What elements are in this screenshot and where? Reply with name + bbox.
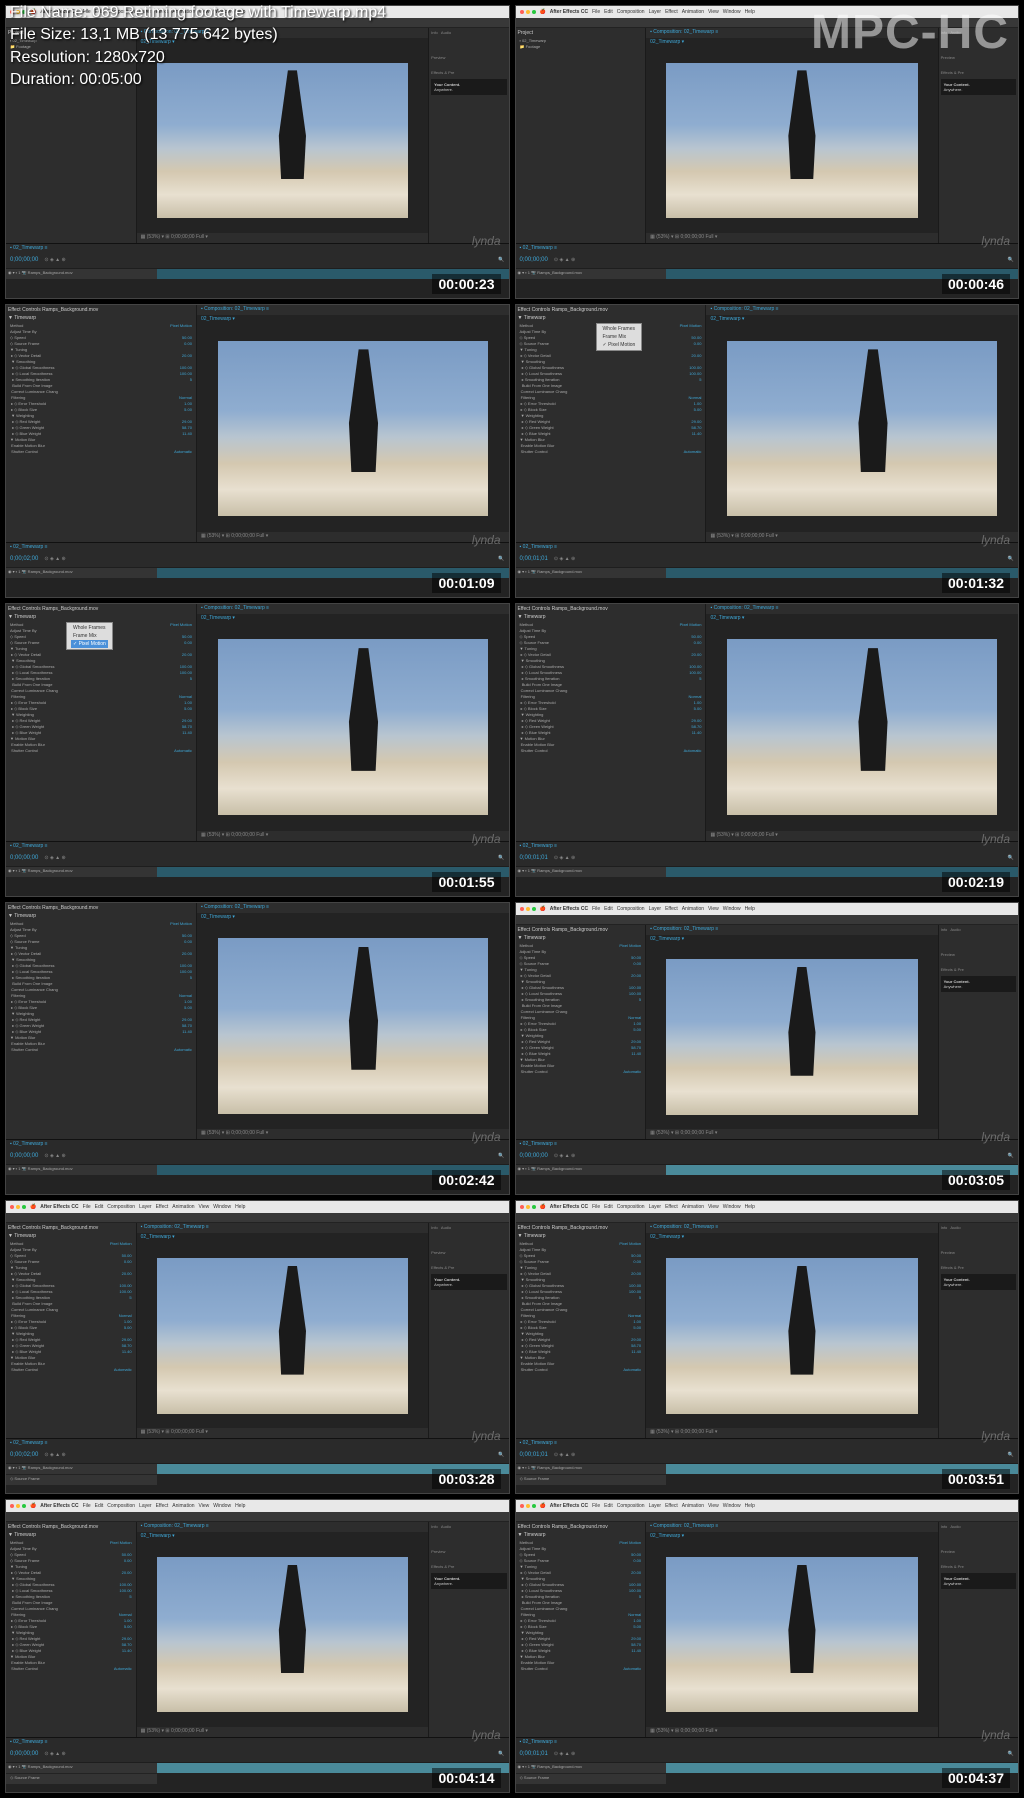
lynda-watermark: lynda — [981, 1429, 1010, 1443]
composition-tab[interactable]: ▪ Composition: 02_Timewarp ≡ — [646, 925, 937, 935]
thumbnail-10[interactable]: 🍎After Effects CC FileEditCompositionLay… — [5, 1499, 510, 1793]
composition-tab[interactable]: ▪ Composition: 02_Timewarp ≡ — [706, 604, 1018, 614]
composition-tab[interactable]: ▪ Composition: 02_Timewarp ≡ — [137, 1522, 428, 1532]
lynda-watermark: lynda — [472, 832, 501, 846]
viewport[interactable] — [706, 325, 1018, 532]
video-preview — [157, 1557, 409, 1713]
viewport[interactable] — [706, 624, 1018, 831]
video-preview — [666, 63, 918, 219]
timestamp: 00:02:19 — [942, 872, 1010, 892]
timestamp: 00:04:14 — [432, 1768, 500, 1788]
right-panel: Info Audio Preview Effects & Pre Your Co… — [428, 1522, 508, 1737]
toolbar[interactable] — [6, 1512, 509, 1522]
effect-controls-panel[interactable]: Effect Controls Ramps_Background.mov ▼ T… — [516, 1223, 647, 1438]
video-preview — [218, 341, 488, 516]
viewport[interactable] — [137, 1243, 428, 1428]
timestamp: 00:02:42 — [432, 1170, 500, 1190]
lynda-watermark: lynda — [981, 234, 1010, 248]
video-preview — [666, 959, 918, 1115]
thumbnail-8[interactable]: 🍎After Effects CC FileEditCompositionLay… — [5, 1200, 510, 1494]
timestamp: 00:03:05 — [942, 1170, 1010, 1190]
timestamp: 00:01:32 — [942, 573, 1010, 593]
composition-tab[interactable]: ▪ Composition: 02_Timewarp ≡ — [646, 1522, 937, 1532]
menubar[interactable]: 🍎After Effects CC FileEditCompositionLay… — [516, 903, 1019, 915]
toolbar[interactable] — [516, 1512, 1019, 1522]
viewport[interactable] — [646, 945, 937, 1130]
lynda-watermark: lynda — [472, 1728, 501, 1742]
thumbnail-3[interactable]: Effect Controls Ramps_Background.mov ▼ T… — [515, 304, 1020, 598]
composition-tab[interactable]: ▪ Composition: 02_Timewarp ≡ — [706, 305, 1018, 315]
toolbar[interactable] — [516, 915, 1019, 925]
file-info-overlay: File Name: 069 Retiming footage with Tim… — [10, 2, 386, 92]
viewport[interactable] — [197, 325, 509, 532]
thumbnail-2[interactable]: Effect Controls Ramps_Background.mov ▼ T… — [5, 304, 510, 598]
timestamp: 00:00:23 — [432, 274, 500, 294]
lynda-watermark: lynda — [981, 1728, 1010, 1742]
effect-controls-panel[interactable]: Effect Controls Ramps_Background.mov ▼ T… — [6, 604, 197, 841]
viewport[interactable] — [197, 624, 509, 831]
viewport[interactable] — [646, 48, 937, 233]
thumbnail-7[interactable]: 🍎After Effects CC FileEditCompositionLay… — [515, 902, 1020, 1196]
lynda-watermark: lynda — [981, 832, 1010, 846]
mpc-hc-watermark: MPC-HC — [811, 5, 1009, 60]
lynda-watermark: lynda — [472, 234, 501, 248]
menubar[interactable]: 🍎After Effects CC FileEditCompositionLay… — [6, 1500, 509, 1512]
timestamp: 00:01:09 — [432, 573, 500, 593]
effect-controls-panel[interactable]: Effect Controls Ramps_Background.mov ▼ T… — [516, 604, 707, 841]
viewport[interactable] — [646, 1542, 937, 1727]
right-panel: Info Audio Preview Effects & Pre Your Co… — [938, 925, 1018, 1140]
thumbnail-9[interactable]: 🍎After Effects CC FileEditCompositionLay… — [515, 1200, 1020, 1494]
video-preview — [218, 938, 488, 1113]
video-preview — [666, 1557, 918, 1713]
toolbar[interactable] — [6, 1213, 509, 1223]
effect-controls-panel[interactable]: Effect Controls Ramps_Background.mov ▼ T… — [516, 925, 647, 1140]
thumbnail-4[interactable]: Effect Controls Ramps_Background.mov ▼ T… — [5, 603, 510, 897]
right-panel: Info Audio Preview Effects & Pre Your Co… — [938, 1223, 1018, 1438]
video-preview — [666, 1258, 918, 1414]
video-preview — [218, 639, 488, 814]
lynda-watermark: lynda — [981, 1130, 1010, 1144]
menubar[interactable]: 🍎After Effects CC FileEditCompositionLay… — [6, 1201, 509, 1213]
menubar[interactable]: 🍎After Effects CC FileEditCompositionLay… — [516, 1201, 1019, 1213]
thumbnail-5[interactable]: Effect Controls Ramps_Background.mov ▼ T… — [515, 603, 1020, 897]
thumbnail-11[interactable]: 🍎After Effects CC FileEditCompositionLay… — [515, 1499, 1020, 1793]
composition-tab[interactable]: ▪ Composition: 02_Timewarp ≡ — [197, 305, 509, 315]
lynda-watermark: lynda — [472, 533, 501, 547]
lynda-watermark: lynda — [981, 533, 1010, 547]
menubar[interactable]: 🍎After Effects CC FileEditCompositionLay… — [516, 1500, 1019, 1512]
composition-tab[interactable]: ▪ Composition: 02_Timewarp ≡ — [137, 1223, 428, 1233]
timestamp: 00:03:51 — [942, 1469, 1010, 1489]
timestamp: 00:00:46 — [942, 274, 1010, 294]
composition-tab[interactable]: ▪ Composition: 02_Timewarp ≡ — [646, 1223, 937, 1233]
composition-tab[interactable]: ▪ Composition: 02_Timewarp ≡ — [197, 604, 509, 614]
timestamp: 00:03:28 — [432, 1469, 500, 1489]
right-panel: Info Audio Preview Effects & Pre Your Co… — [428, 28, 508, 243]
timestamp: 00:04:37 — [942, 1768, 1010, 1788]
effect-controls-panel[interactable]: Effect Controls Ramps_Background.mov ▼ T… — [6, 903, 197, 1140]
effect-controls-panel[interactable]: Effect Controls Ramps_Background.mov ▼ T… — [516, 305, 707, 542]
right-panel: Info Audio Preview Effects & Pre Your Co… — [428, 1223, 508, 1438]
effect-controls-panel[interactable]: Effect Controls Ramps_Background.mov ▼ T… — [6, 1223, 137, 1438]
effect-controls-panel[interactable]: Project ▪ 02_Timewarp 📁 Footage — [516, 28, 647, 243]
video-preview — [727, 639, 997, 814]
thumbnail-grid: 🍎After Effects CC FileEditCompositionLay… — [0, 0, 1024, 1798]
viewport[interactable] — [137, 1542, 428, 1727]
video-preview — [157, 1258, 409, 1414]
timestamp: 00:01:55 — [432, 872, 500, 892]
viewport[interactable] — [646, 1243, 937, 1428]
lynda-watermark: lynda — [472, 1130, 501, 1144]
effect-controls-panel[interactable]: Effect Controls Ramps_Background.mov ▼ T… — [6, 305, 197, 542]
lynda-watermark: lynda — [472, 1429, 501, 1443]
video-preview — [727, 341, 997, 516]
viewport[interactable] — [197, 923, 509, 1130]
right-panel: Info Audio Preview Effects & Pre Your Co… — [938, 28, 1018, 243]
right-panel: Info Audio Preview Effects & Pre Your Co… — [938, 1522, 1018, 1737]
effect-controls-panel[interactable]: Effect Controls Ramps_Background.mov ▼ T… — [6, 1522, 137, 1737]
composition-tab[interactable]: ▪ Composition: 02_Timewarp ≡ — [197, 903, 509, 913]
effect-controls-panel[interactable]: Effect Controls Ramps_Background.mov ▼ T… — [516, 1522, 647, 1737]
toolbar[interactable] — [516, 1213, 1019, 1223]
thumbnail-6[interactable]: Effect Controls Ramps_Background.mov ▼ T… — [5, 902, 510, 1196]
